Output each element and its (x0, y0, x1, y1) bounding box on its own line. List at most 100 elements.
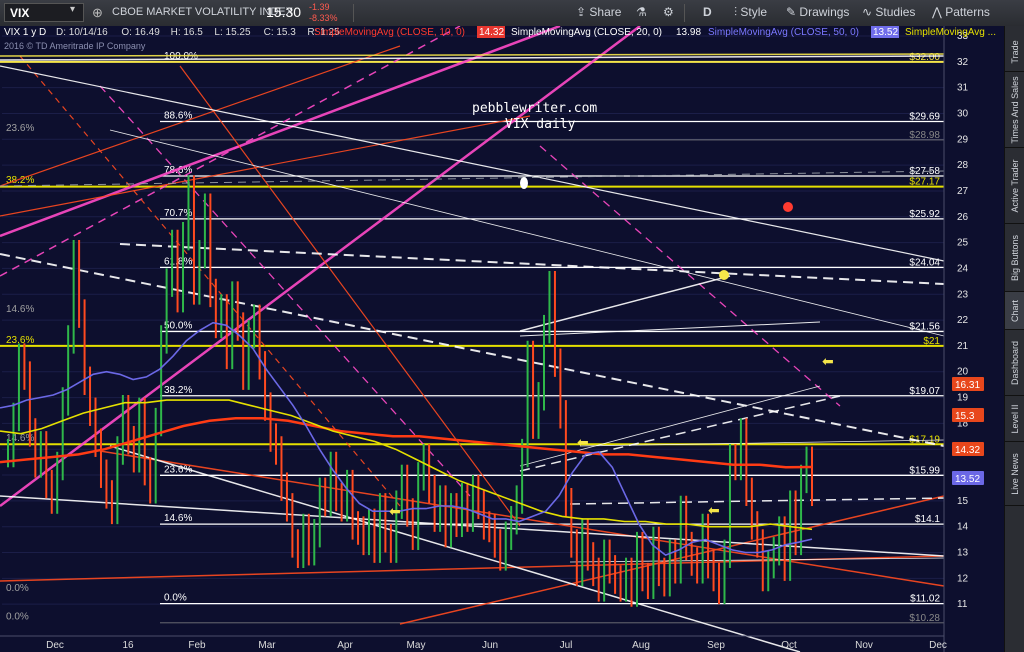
side-tab-label: Times And Sales (1010, 75, 1020, 144)
arrow-left-icon: ⬅ (708, 502, 720, 518)
fib-label-left: 0.0% (6, 583, 29, 594)
fib-label: 14.6% (164, 513, 192, 524)
level-label: $14.1 (915, 514, 940, 525)
fib-label-left: 14.6% (6, 304, 34, 315)
side-tab-live-news[interactable]: Live News (1005, 442, 1024, 506)
x-tick-label: Nov (855, 640, 873, 651)
side-tab-label: Chart (1010, 299, 1020, 322)
study-label: SimpleMovingAvg (CLOSE, 50, 0) (708, 27, 859, 38)
price-badge-label: 13.52 (955, 474, 980, 485)
level-label: $10.28 (909, 613, 940, 624)
info-icon[interactable]: ⊕ (92, 5, 103, 21)
white-marker (520, 177, 528, 189)
x-tick-label: Apr (337, 640, 353, 651)
period-selector[interactable]: D (703, 5, 712, 19)
studies-label: Studies (875, 5, 916, 19)
x-tick-label: Jun (482, 640, 498, 651)
percent-change: -8.33% (309, 13, 338, 23)
side-tab-chart[interactable]: Chart (1005, 292, 1024, 330)
pencil-icon: ✎ (786, 5, 797, 19)
side-tab-level-ii[interactable]: Level II (1005, 396, 1024, 442)
y-tick-label: 19 (957, 393, 969, 404)
patterns-button[interactable]: ⋀ Patterns (932, 5, 990, 19)
side-tab-times-and-sales[interactable]: Times And Sales (1005, 72, 1024, 148)
flask-icon[interactable]: ⚗ (636, 5, 647, 19)
y-tick-label: 29 (957, 134, 969, 145)
study-label: SimpleMovingAvg (CLOSE, 10, 0) (314, 27, 465, 38)
arrow-left-icon: ⬅ (389, 503, 401, 519)
fib-label-left: 23.6% (6, 335, 34, 346)
price-badge-label: 14.32 (955, 445, 980, 456)
side-tab-dashboard[interactable]: Dashboard (1005, 330, 1024, 396)
x-tick-label: Sep (707, 640, 725, 651)
x-tick-label: Jul (560, 640, 573, 651)
drawings-button[interactable]: ✎ Drawings (786, 5, 849, 19)
x-tick-label: Mar (258, 640, 276, 651)
y-tick-label: 31 (957, 83, 969, 94)
price-chart[interactable]: $32.00 $29.69 $28.98 $27.58 $27.17 $25.92 $24.… (0, 26, 1004, 652)
study-value: 13.98 (676, 27, 701, 38)
gear-icon[interactable]: ⚙ (663, 5, 674, 19)
ohlc-value: H: 16.5 (171, 27, 204, 38)
chart-canvas[interactable]: $32.00$29.69$28.98$27.58$27.17$25.92$24.… (0, 26, 1004, 652)
y-tick-label: 28 (957, 160, 969, 171)
style-label: Style (740, 5, 768, 19)
side-tab-strip: Trade Times And Sales Active Trader Big But… (1004, 26, 1024, 652)
x-tick-label: May (407, 640, 426, 651)
side-tab-label: Big Buttons (1010, 234, 1020, 281)
side-tab-label: Active Trader (1010, 158, 1020, 213)
side-tab-trade[interactable]: Trade (1005, 32, 1024, 72)
share-button[interactable]: ⇪ Share (576, 5, 621, 19)
chevron-down-icon[interactable]: ▾ (70, 4, 75, 15)
fib-label: 38.2% (164, 385, 192, 396)
study-value: 14.32 (479, 27, 504, 38)
price-badge-label: 16.31 (955, 380, 980, 391)
study-label: SimpleMovingAvg (CLOSE, 20, 0) (511, 27, 662, 38)
fib-label-left: 23.6% (6, 123, 34, 134)
studies-button[interactable]: ∿ Studies (862, 5, 915, 19)
y-tick-label: 12 (957, 573, 969, 584)
net-change: -1.39 (309, 2, 330, 12)
side-tab-active-trader[interactable]: Active Trader (1005, 148, 1024, 224)
x-tick-label: Feb (188, 640, 206, 651)
level-label: $29.69 (909, 111, 940, 122)
studies-icon: ∿ (862, 5, 873, 19)
watermark-subtitle: VIX daily (505, 117, 576, 132)
level-label: $28.98 (909, 130, 940, 141)
style-button[interactable]: ⫶ Style (734, 5, 767, 20)
ohlc-value: O: 16.49 (121, 27, 160, 38)
side-tab-label: Dashboard (1010, 340, 1020, 385)
level-label: $25.92 (909, 209, 940, 220)
y-tick-label: 22 (957, 315, 969, 326)
side-tab-label: Trade (1010, 39, 1020, 64)
symbol-text: VIX (10, 6, 30, 20)
arrow-left-icon: ⬅ (577, 434, 589, 450)
share-icon: ⇪ (576, 5, 587, 19)
ohlc-value: C: 15.3 (264, 27, 297, 38)
fib-label-left: 0.0% (6, 611, 29, 622)
watermark-site: pebblewriter.com (472, 101, 597, 116)
y-tick-label: 32 (957, 57, 969, 68)
study-label: SimpleMovingAvg ... (905, 27, 996, 38)
last-price: 15.30 (266, 4, 302, 20)
level-label: $19.07 (909, 386, 940, 397)
y-tick-label: 14 (957, 522, 969, 533)
y-tick-label: 30 (957, 108, 969, 119)
side-tab-label: Live News (1010, 452, 1020, 495)
x-tick-label: Dec (46, 640, 64, 651)
y-tick-label: 24 (957, 263, 969, 274)
x-tick-label: Oct (781, 640, 797, 651)
y-tick-label: 20 (957, 367, 969, 378)
drawings-label: Drawings (799, 5, 850, 19)
y-tick-label: 25 (957, 238, 969, 249)
y-tick-label: 13 (957, 548, 969, 559)
level-label: $11.02 (910, 594, 940, 605)
side-tab-big-buttons[interactable]: Big Buttons (1005, 224, 1024, 292)
price-badge-label: 15.3 (955, 411, 975, 422)
y-tick-label: 23 (957, 289, 969, 300)
ohlc-value: D: 10/14/16 (56, 27, 108, 38)
y-tick-label: 11 (957, 599, 968, 610)
y-tick-label: 26 (957, 212, 969, 223)
yellow-marker (719, 270, 729, 280)
side-tab-label: Level II (1010, 403, 1020, 434)
